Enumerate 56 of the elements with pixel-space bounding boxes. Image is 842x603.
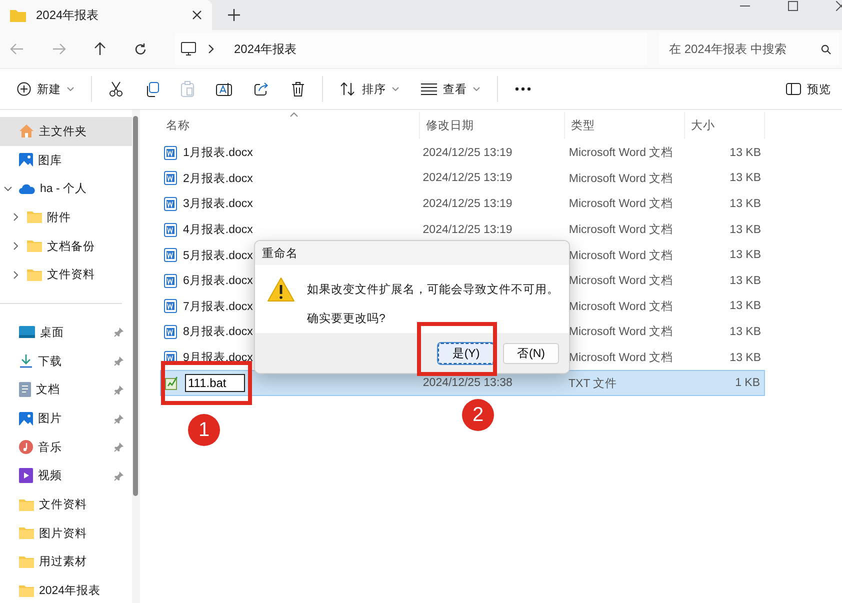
modified-date: 2024/12/25 13:19 (422, 224, 512, 236)
sidebar-label: 桌面 (40, 326, 65, 340)
file-size: 13 KB (730, 249, 761, 262)
file-type: Microsoft Word 文档 (568, 274, 674, 288)
sidebar-label: 音乐 (38, 440, 63, 455)
file-type: Microsoft Word 文档 (568, 172, 674, 186)
sidebar-label: 用过素材 (39, 554, 88, 570)
step-marker: 1 (188, 414, 220, 446)
sidebar-label: 文档备份 (47, 240, 96, 254)
sidebar-label: 图片资料 (39, 526, 88, 541)
file-type: Microsoft Word 文档 (568, 248, 674, 263)
sidebar-label: 下载 (38, 354, 63, 369)
file-size: 1 KB (735, 377, 760, 390)
modified-date: 2024/12/25 13:38 (422, 377, 512, 390)
file-size: 13 KB (730, 352, 761, 364)
sidebar-label: ha - 个人 (40, 182, 88, 196)
dialog-message: 如果改变文件扩展名，可能会导致文件不可用。 (307, 282, 559, 297)
modified-date: 2024/12/25 13:19 (422, 146, 512, 159)
file-name: 3月报表.docx (183, 196, 253, 212)
file-size: 13 KB (730, 300, 761, 312)
step-marker: 2 (462, 399, 494, 431)
tab-title: 2024年报表 (36, 6, 100, 24)
file-type: Microsoft Word 文档 (568, 146, 674, 160)
file-size: 13 KB (730, 146, 761, 159)
file-size: 13 KB (730, 224, 761, 236)
sidebar-label: 主文件夹 (39, 124, 88, 139)
modified-date: 2024/12/25 13:19 (422, 172, 512, 184)
modified-date: 2024/12/25 13:19 (422, 198, 512, 210)
sidebar-label: 文件资料 (47, 268, 96, 282)
file-name: 1月报表.docx (183, 146, 253, 160)
file-name: 8月报表.docx (183, 324, 253, 340)
sidebar-label: 文档 (36, 382, 61, 398)
file-name: 4月报表.docx (183, 222, 253, 238)
file-type: Microsoft Word 文档 (568, 350, 674, 366)
file-name: 7月报表.docx (183, 300, 253, 314)
sidebar-label: 视频 (38, 468, 63, 484)
dialog-question: 确实要更改吗? (307, 311, 386, 326)
sidebar-label: 图片 (38, 412, 63, 426)
file-type: TXT 文件 (568, 376, 618, 391)
file-size: 13 KB (730, 198, 761, 210)
file-size: 13 KB (730, 274, 761, 287)
address-path: 2024年报表 (234, 40, 297, 58)
file-size: 13 KB (730, 326, 761, 338)
file-type: Microsoft Word 文档 (568, 196, 674, 212)
file-name: 6月报表.docx (183, 274, 253, 288)
dialog-title: 重命名 (255, 241, 569, 265)
sidebar-label: 文件资料 (39, 498, 88, 512)
file-type: Microsoft Word 文档 (568, 324, 674, 340)
file-type: Microsoft Word 文档 (568, 300, 674, 314)
file-name: 5月报表.docx (183, 248, 253, 263)
file-type: Microsoft Word 文档 (568, 222, 674, 238)
sidebar-label: 附件 (47, 210, 72, 225)
file-name: 2月报表.docx (183, 172, 253, 186)
sidebar-label: 图库 (38, 153, 63, 168)
sidebar-label: 2024年报表 (39, 584, 102, 598)
file-size: 13 KB (730, 172, 761, 184)
